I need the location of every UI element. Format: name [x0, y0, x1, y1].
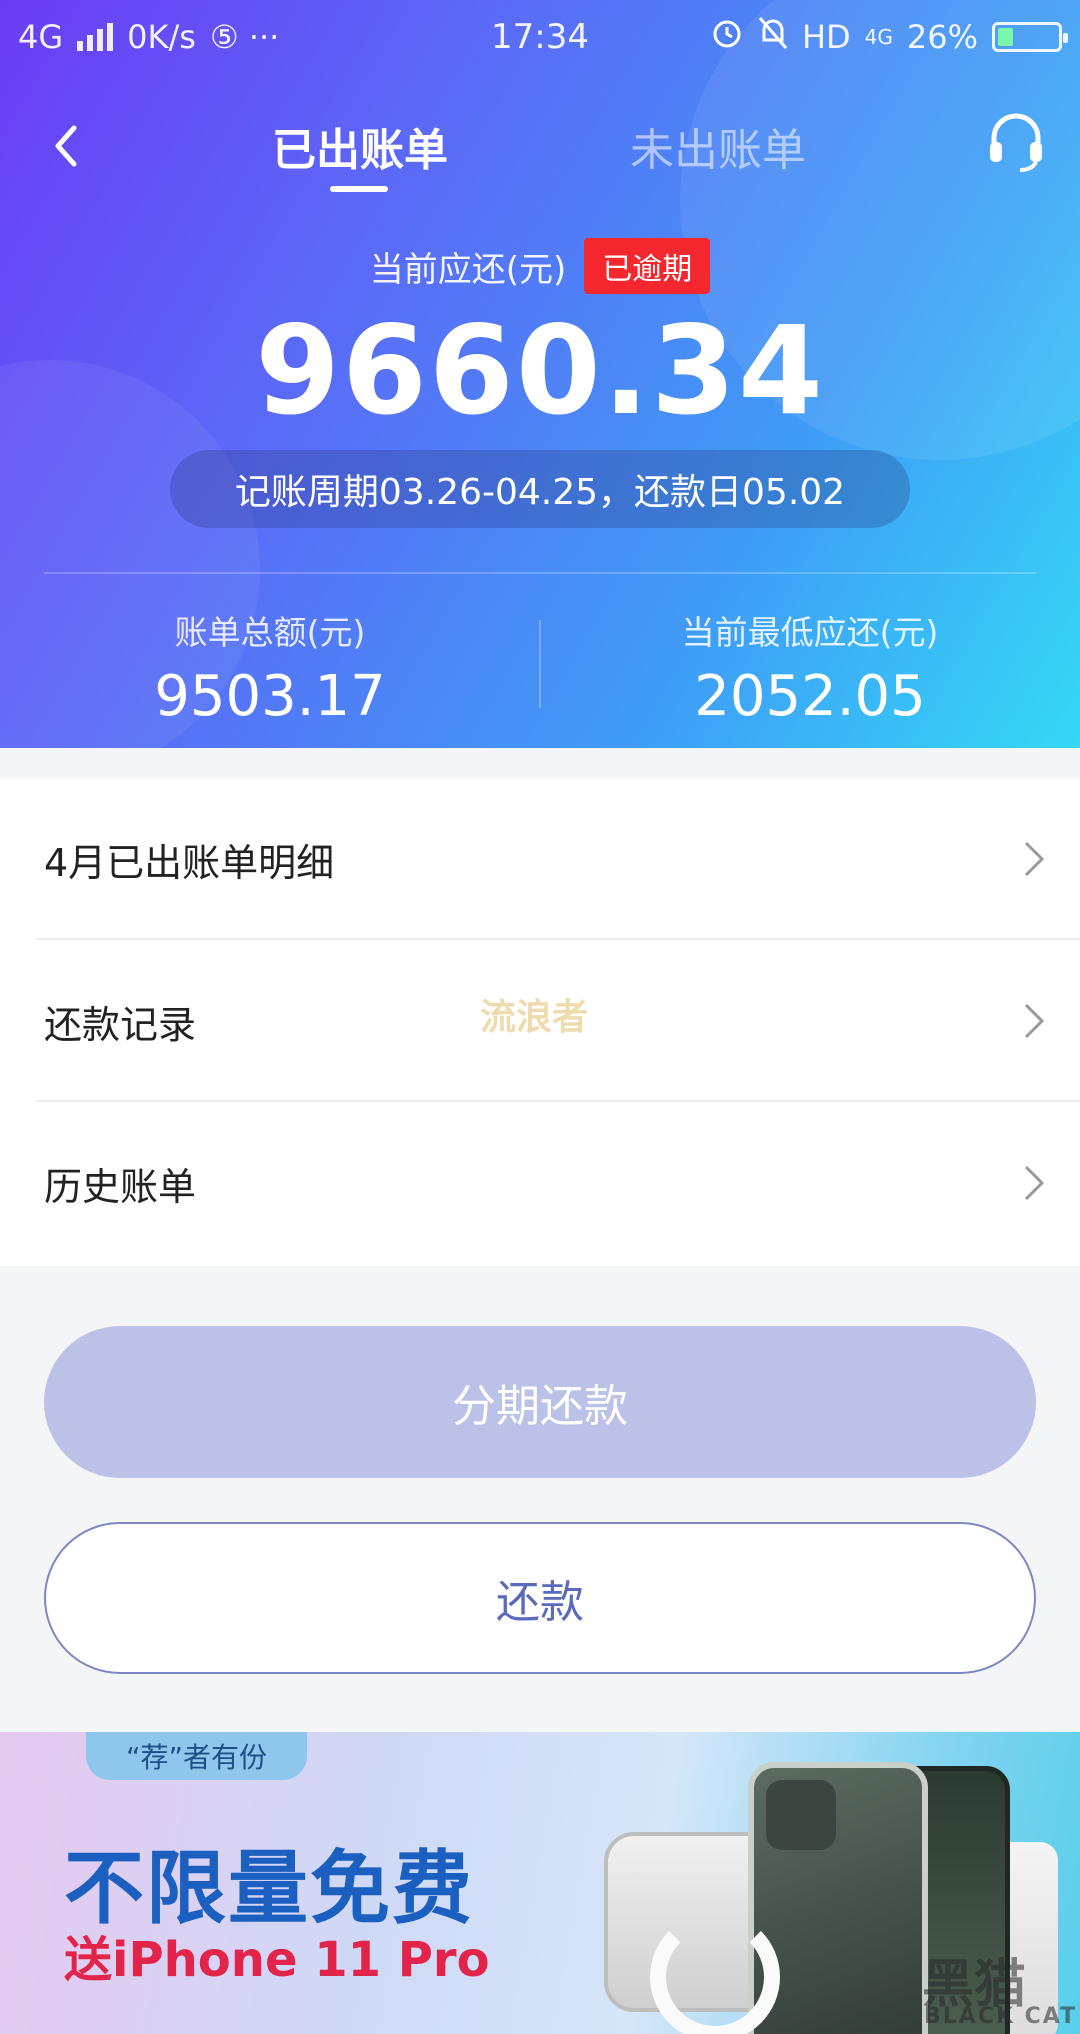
- bill-total-label: 账单总额(元): [174, 613, 366, 652]
- min-payment: 当前最低应还(元) 2052.05: [540, 606, 1080, 729]
- due-label-row: 当前应还(元) 已逾期: [0, 238, 1080, 294]
- chevron-right-icon: [1024, 1165, 1045, 1201]
- min-payment-label: 当前最低应还(元): [681, 613, 939, 652]
- mute-icon: [758, 16, 788, 58]
- customer-service-button[interactable]: [986, 110, 1046, 174]
- status-extra: ⑤ ···: [209, 18, 280, 56]
- battery-icon: [992, 22, 1068, 52]
- watermark-logo-text: BLACK CAT: [924, 2004, 1078, 2029]
- battery-percent: 26%: [906, 18, 978, 56]
- status-right: HD 4G 26%: [642, 16, 1068, 58]
- network-4g-label: 4G: [864, 25, 893, 49]
- min-payment-value: 2052.05: [694, 664, 926, 729]
- divider: [44, 572, 1036, 574]
- net-speed: 0K/s: [127, 18, 196, 56]
- list-item-label: 历史账单: [44, 1164, 197, 1209]
- top-nav: 已出账单 未出账单: [0, 100, 1080, 200]
- chevron-left-icon: [55, 125, 77, 167]
- status-left: 4G 0K/s ⑤ ···: [18, 18, 438, 56]
- billing-cycle: 记账周期03.26-04.25，还款日05.02: [170, 450, 910, 528]
- tab-indicator: [330, 186, 388, 192]
- chevron-right-icon: [1024, 841, 1045, 877]
- bill-total-value: 9503.17: [154, 664, 386, 729]
- watermark: 流浪者: [480, 997, 589, 1038]
- bill-header: 4G 0K/s ⑤ ··· 17:34 HD 4G 26% 已出账单 未出账单: [0, 0, 1080, 748]
- back-button[interactable]: [46, 116, 86, 176]
- list-item-label: 还款记录: [44, 1002, 197, 1047]
- headset-icon: [990, 113, 1042, 172]
- list-item-bill-history[interactable]: 历史账单: [0, 1102, 1080, 1264]
- tab-billed[interactable]: 已出账单: [272, 114, 448, 178]
- battery-fill: [998, 28, 1013, 46]
- installment-repay-button[interactable]: 分期还款: [44, 1326, 1036, 1478]
- banner-tag: “荐”者有份: [86, 1732, 308, 1780]
- hd-label: HD: [801, 18, 851, 56]
- neck-massager-image: [650, 1912, 780, 2034]
- status-bar: 4G 0K/s ⑤ ··· 17:34 HD 4G 26%: [0, 0, 1080, 74]
- repay-button[interactable]: 还款: [44, 1522, 1036, 1674]
- overdue-badge: 已逾期: [584, 238, 711, 294]
- promo-banner[interactable]: “荐”者有份 不限量免费 送iPhone 11 Pro 黑猫 BLACK CAT: [0, 1732, 1080, 2034]
- list-item-april-bill-detail[interactable]: 4月已出账单明细: [0, 778, 1080, 940]
- due-label: 当前应还(元): [369, 249, 567, 290]
- list-item-label: 4月已出账单明细: [44, 840, 335, 885]
- bill-total: 账单总额(元) 9503.17: [0, 606, 540, 729]
- banner-subtitle: 送iPhone 11 Pro: [64, 1932, 490, 1988]
- tab-unbilled[interactable]: 未出账单: [630, 114, 806, 178]
- due-amount: 9660.34: [255, 300, 825, 442]
- chevron-right-icon: [1024, 1003, 1045, 1039]
- network-label: 4G: [18, 18, 64, 56]
- signal-icon: [77, 23, 114, 51]
- camera-module: [766, 1780, 836, 1850]
- alarm-icon: [710, 16, 744, 58]
- status-time: 17:34: [491, 17, 589, 57]
- bill-menu-list: 4月已出账单明细 还款记录 历史账单 流浪者: [0, 778, 1080, 1266]
